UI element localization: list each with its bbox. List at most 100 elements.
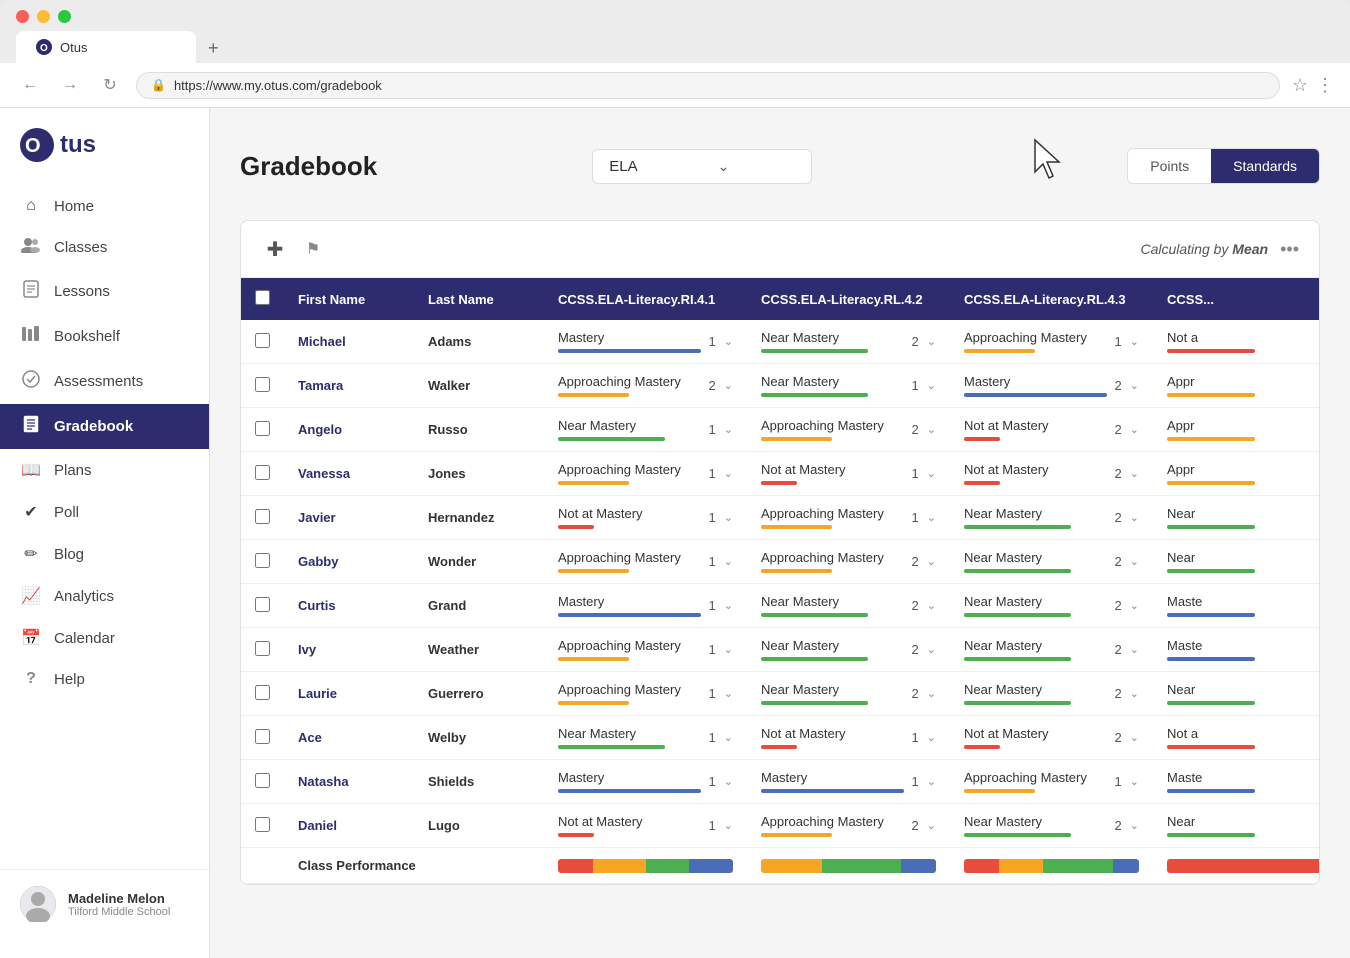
- sidebar-item-classes[interactable]: Classes: [0, 226, 209, 269]
- mastery-expand-icon[interactable]: ⌄: [927, 687, 936, 700]
- mastery-expand-icon[interactable]: ⌄: [724, 599, 733, 612]
- mastery-expand-icon[interactable]: ⌄: [927, 555, 936, 568]
- avatar: [20, 886, 56, 922]
- mastery-expand-icon[interactable]: ⌄: [1130, 467, 1139, 480]
- mastery-bar: [761, 789, 904, 793]
- mastery-expand-icon[interactable]: ⌄: [724, 775, 733, 788]
- bookmark-button[interactable]: ☆: [1292, 75, 1308, 96]
- forward-button[interactable]: →: [56, 71, 84, 99]
- page-title: Gradebook: [240, 151, 377, 182]
- sidebar-item-gradebook[interactable]: Gradebook: [0, 404, 209, 449]
- mastery-expand-icon[interactable]: ⌄: [927, 335, 936, 348]
- mastery-expand-icon[interactable]: ⌄: [724, 511, 733, 524]
- close-window-button[interactable]: [16, 10, 29, 23]
- mastery-expand-icon[interactable]: ⌄: [1130, 555, 1139, 568]
- mastery-expand-icon[interactable]: ⌄: [724, 643, 733, 656]
- minimize-window-button[interactable]: [37, 10, 50, 23]
- maximize-window-button[interactable]: [58, 10, 71, 23]
- mastery-expand-icon[interactable]: ⌄: [724, 335, 733, 348]
- mastery-expand-icon[interactable]: ⌄: [724, 423, 733, 436]
- mastery-expand-icon[interactable]: ⌄: [927, 731, 936, 744]
- mastery-expand-icon[interactable]: ⌄: [724, 731, 733, 744]
- add-button[interactable]: ✚: [261, 235, 289, 263]
- more-options-button[interactable]: •••: [1280, 239, 1299, 260]
- mastery-bar: [964, 481, 1000, 485]
- mastery-expand-icon[interactable]: ⌄: [927, 467, 936, 480]
- sidebar-item-poll[interactable]: ✔ Poll: [0, 491, 209, 533]
- sidebar-item-lessons[interactable]: Lessons: [0, 269, 209, 314]
- mastery-expand-icon[interactable]: ⌄: [1130, 599, 1139, 612]
- mastery-expand-icon[interactable]: ⌄: [724, 687, 733, 700]
- row-checkbox[interactable]: [255, 509, 270, 524]
- points-view-button[interactable]: Points: [1128, 149, 1211, 183]
- mastery-bar: [761, 569, 832, 573]
- table-row: DanielLugo Not at Mastery 1 ⌄ Approachin…: [241, 804, 1319, 848]
- perf-segment: [689, 859, 733, 873]
- mastery-expand-icon[interactable]: ⌄: [927, 775, 936, 788]
- mastery-expand-icon[interactable]: ⌄: [927, 511, 936, 524]
- row-checkbox[interactable]: [255, 729, 270, 744]
- mastery-expand-icon[interactable]: ⌄: [1130, 731, 1139, 744]
- mastery-expand-icon[interactable]: ⌄: [724, 467, 733, 480]
- row-checkbox[interactable]: [255, 333, 270, 348]
- mastery-expand-icon[interactable]: ⌄: [927, 599, 936, 612]
- row-checkbox-cell: [241, 540, 284, 584]
- bookshelf-icon: [20, 325, 42, 348]
- standards-view-button[interactable]: Standards: [1211, 149, 1319, 183]
- row-checkbox[interactable]: [255, 817, 270, 832]
- browser-tab[interactable]: O Otus: [16, 31, 196, 63]
- row-checkbox[interactable]: [255, 685, 270, 700]
- cell-std1: Not at Mastery 1 ⌄: [544, 496, 747, 540]
- sidebar-item-home[interactable]: ⌂ Home: [0, 186, 209, 226]
- mastery-expand-icon[interactable]: ⌄: [724, 555, 733, 568]
- mastery-expand-icon[interactable]: ⌄: [1130, 379, 1139, 392]
- sidebar-label-lessons: Lessons: [54, 283, 110, 300]
- mastery-expand-icon[interactable]: ⌄: [1130, 423, 1139, 436]
- mastery-expand-icon[interactable]: ⌄: [724, 819, 733, 832]
- new-tab-button[interactable]: +: [200, 34, 227, 63]
- cell-first-name: Laurie: [284, 672, 414, 716]
- row-checkbox[interactable]: [255, 377, 270, 392]
- mastery-expand-icon[interactable]: ⌄: [1130, 819, 1139, 832]
- address-bar[interactable]: 🔒 https://www.my.otus.com/gradebook: [136, 72, 1280, 99]
- subject-dropdown[interactable]: ELA ⌄: [592, 149, 812, 184]
- mastery-expand-icon[interactable]: ⌄: [927, 819, 936, 832]
- cell-std3: Near Mastery 2 ⌄: [950, 628, 1153, 672]
- mastery-expand-icon[interactable]: ⌄: [724, 379, 733, 392]
- logo: O tus: [0, 128, 209, 186]
- sidebar-item-plans[interactable]: 📖 Plans: [0, 449, 209, 491]
- row-checkbox[interactable]: [255, 597, 270, 612]
- mastery-bar: [1167, 481, 1255, 485]
- mastery-bar: [964, 657, 1071, 661]
- flag-button[interactable]: ⚑: [299, 235, 327, 263]
- user-profile[interactable]: Madeline Melon Tilford Middle School: [0, 869, 209, 938]
- perf-segment: [901, 859, 936, 873]
- sidebar-item-help[interactable]: ? Help: [0, 659, 209, 699]
- sidebar-item-calendar[interactable]: 📅 Calendar: [0, 617, 209, 659]
- mastery-expand-icon[interactable]: ⌄: [927, 379, 936, 392]
- back-button[interactable]: ←: [16, 71, 44, 99]
- sidebar-item-assessments[interactable]: Assessments: [0, 359, 209, 404]
- row-checkbox[interactable]: [255, 465, 270, 480]
- mastery-expand-icon[interactable]: ⌄: [1130, 687, 1139, 700]
- sidebar-item-analytics[interactable]: 📈 Analytics: [0, 575, 209, 617]
- mastery-expand-icon[interactable]: ⌄: [1130, 335, 1139, 348]
- row-checkbox[interactable]: [255, 641, 270, 656]
- mastery-expand-icon[interactable]: ⌄: [927, 423, 936, 436]
- mastery-expand-icon[interactable]: ⌄: [1130, 511, 1139, 524]
- cell-first-name: Tamara: [284, 364, 414, 408]
- mastery-expand-icon[interactable]: ⌄: [927, 643, 936, 656]
- menu-button[interactable]: ⋮: [1316, 75, 1334, 96]
- table-wrapper[interactable]: First Name Last Name CCSS.ELA-Literacy.R…: [241, 278, 1319, 884]
- select-all-checkbox[interactable]: [255, 290, 270, 305]
- row-checkbox[interactable]: [255, 421, 270, 436]
- assessments-icon: [20, 370, 42, 393]
- sidebar-item-bookshelf[interactable]: Bookshelf: [0, 314, 209, 359]
- cell-std2: Not at Mastery 1 ⌄: [747, 452, 950, 496]
- refresh-button[interactable]: ↻: [96, 71, 124, 99]
- row-checkbox[interactable]: [255, 773, 270, 788]
- mastery-expand-icon[interactable]: ⌄: [1130, 643, 1139, 656]
- sidebar-item-blog[interactable]: ✏ Blog: [0, 533, 209, 575]
- mastery-expand-icon[interactable]: ⌄: [1130, 775, 1139, 788]
- row-checkbox[interactable]: [255, 553, 270, 568]
